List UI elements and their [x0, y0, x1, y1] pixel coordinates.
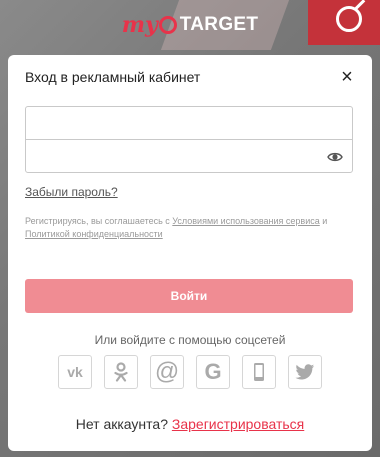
logo-my-text: my — [121, 12, 158, 38]
social-login-label: Или войдите с помощью соцсетей — [94, 333, 286, 347]
login-input[interactable] — [26, 107, 352, 139]
mail-ru-icon: @ — [154, 358, 180, 385]
twitter-icon — [295, 363, 315, 379]
odnoklassniki-icon — [114, 362, 128, 382]
privacy-policy-link[interactable]: Политикой конфиденциальности — [25, 229, 163, 239]
password-input[interactable] — [26, 140, 352, 172]
google-button[interactable]: G — [196, 355, 230, 389]
vk-button[interactable]: vk — [58, 355, 92, 389]
logo-target-text: TARGET — [179, 14, 259, 35]
password-field-wrapper — [25, 139, 353, 173]
register-prompt: Нет аккаунта? Зарегистрироваться — [8, 416, 372, 432]
close-icon: × — [341, 66, 353, 88]
phone-login-button[interactable] — [242, 355, 276, 389]
modal-title: Вход в рекламный кабинет — [25, 69, 201, 85]
vk-icon-label: vk — [67, 364, 83, 380]
login-button[interactable]: Войти — [25, 279, 353, 313]
mytarget-logo: my TARGET — [0, 10, 380, 40]
twitter-button[interactable] — [288, 355, 322, 389]
social-buttons: vk @ G — [58, 355, 324, 391]
terms-prefix: Регистрируясь, вы соглашаетесь с — [25, 216, 173, 226]
vk-icon: vk — [67, 364, 83, 380]
no-account-text: Нет аккаунта? — [75, 416, 168, 432]
phone-icon — [254, 363, 264, 381]
odnoklassniki-button[interactable] — [104, 355, 138, 389]
eye-icon[interactable] — [327, 149, 343, 165]
login-modal: Вход в рекламный кабинет × Забыли пароль… — [8, 55, 372, 451]
mail-ru-button[interactable]: @ — [150, 355, 184, 389]
terms-of-service-link[interactable]: Условиями использования сервиса — [172, 216, 319, 226]
terms-and: и — [319, 216, 328, 226]
terms-text: Регистрируясь, вы соглашаетесь с Условия… — [25, 215, 355, 241]
forgot-password-link[interactable]: Забыли пароль? — [25, 185, 118, 199]
login-field-wrapper — [25, 106, 353, 140]
register-link[interactable]: Зарегистрироваться — [172, 416, 304, 432]
close-button[interactable]: × — [336, 66, 358, 88]
google-icon: G — [204, 359, 222, 384]
logo-target-icon — [158, 16, 177, 34]
